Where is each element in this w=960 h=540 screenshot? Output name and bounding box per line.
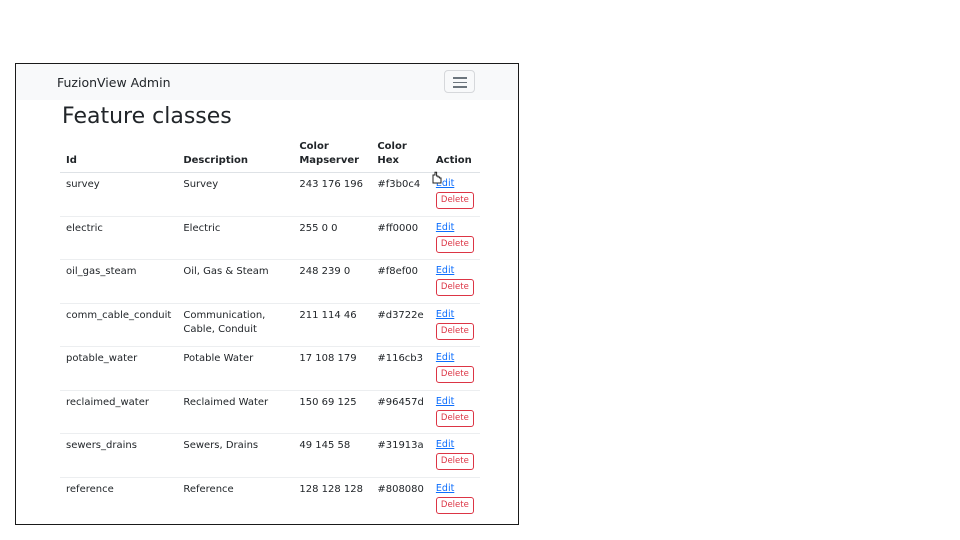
cell-color-mapserver: 150 69 125 (293, 390, 372, 434)
table-row: oil_gas_steam Oil, Gas & Steam 248 239 0… (60, 259, 480, 304)
cell-action: Edit Delete (429, 390, 480, 434)
table-row: reference Reference 128 128 128 #808080 … (60, 477, 480, 521)
column-header-description-label: Description (183, 155, 249, 166)
delete-button[interactable]: Delete (435, 453, 474, 470)
feature-classes-table: Id Description Color Mapserver Color Hex… (60, 140, 480, 521)
delete-button[interactable]: Delete (435, 279, 474, 296)
cell-description-line1: Survey (183, 179, 219, 190)
column-header-color-hex-line1: Color (377, 141, 407, 152)
cell-id: sewers_drains (60, 433, 178, 478)
cell-id: electric (60, 216, 178, 260)
table-row: electric Electric 255 0 0 #ff0000 Edit D… (60, 216, 480, 260)
cell-color-hex: #ff0000 (371, 216, 430, 260)
cell-description: Sewers, Drains (177, 433, 294, 478)
edit-link[interactable]: Edit (436, 265, 474, 277)
cell-color-mapserver: 255 0 0 (293, 216, 372, 260)
cell-id: survey (60, 172, 178, 217)
cell-color-hex: #f3b0c4 (371, 172, 430, 217)
cell-description: Reclaimed Water (177, 390, 294, 434)
column-header-color-mapserver: Color Mapserver (293, 140, 372, 173)
delete-button[interactable]: Delete (435, 409, 474, 427)
cell-description: Communication, Cable, Conduit (177, 303, 294, 347)
cell-description: Oil, Gas & Steam (177, 259, 294, 304)
column-header-action-label: Action (435, 155, 472, 166)
column-header-action: Action (429, 140, 480, 173)
page-title: Feature classes (62, 104, 232, 129)
cell-color-mapserver: 49 145 58 (293, 433, 372, 478)
delete-button[interactable]: Delete (435, 366, 474, 383)
cell-description: Electric (177, 216, 294, 260)
cell-id: reference (66, 483, 114, 495)
cell-action: Edit Delete (429, 346, 480, 391)
column-header-description: Description (177, 140, 294, 173)
table-header-row: Id Description Color Mapserver Color Hex… (60, 140, 480, 173)
cell-color-hex: #d3722e (371, 303, 430, 347)
cell-action: Edit Delete (429, 259, 480, 304)
column-header-color-hex: Color Hex (371, 140, 430, 173)
column-header-color-hex-line2: Hex (377, 155, 399, 166)
table-row: survey Survey 243 176 196 #f3b0c4 Edit D… (60, 171, 480, 217)
cell-description-line1: Electric (183, 222, 221, 234)
cell-description-line1: Reclaimed Water (183, 396, 269, 408)
navbar-toggler-button[interactable] (444, 70, 475, 93)
table-row: reclaimed_water Reclaimed Water 150 69 1… (60, 390, 480, 434)
hamburger-menu-icon (453, 81, 467, 83)
cell-id: potable_water (60, 346, 178, 391)
edit-link[interactable]: Edit (436, 439, 474, 451)
cell-action: Edit Delete (429, 171, 480, 217)
cell-color-hex: #96457d (371, 390, 430, 434)
delete-button[interactable]: Delete (435, 235, 474, 253)
cell-color-mapserver: 211 114 46 (293, 303, 372, 347)
edit-link[interactable]: Edit (436, 222, 474, 234)
navbar: FuzionView Admin (16, 64, 518, 100)
column-header-color-mapserver-line2: Mapserver (299, 155, 360, 166)
edit-link[interactable]: Edit (436, 483, 474, 495)
cell-id: comm_cable_conduit (60, 303, 178, 347)
column-header-id: Id (60, 140, 178, 173)
hand-cursor-icon (432, 171, 442, 184)
cell-description-line2: Cable, Conduit (183, 323, 257, 335)
cell-color-mapserver: 248 239 0 (293, 259, 372, 304)
cell-color-mapserver: 128 128 128 (299, 483, 363, 495)
cell-id: oil_gas_steam (60, 259, 178, 304)
cell-description: Potable Water (177, 346, 294, 391)
edit-link[interactable]: Edit (436, 396, 474, 408)
edit-link[interactable]: Edit (436, 309, 474, 321)
cell-description-line1: Oil, Gas & Steam (183, 266, 269, 277)
table-row: comm_cable_conduit Communication, Cable,… (60, 303, 480, 347)
column-header-color-mapserver-line1: Color (299, 141, 329, 152)
cell-description-line1: Communication, (183, 309, 266, 321)
delete-button[interactable]: Delete (435, 322, 474, 340)
cell-action: Edit Delete (430, 477, 480, 521)
cell-color-hex: #808080 (377, 483, 424, 495)
cell-action: Edit Delete (429, 216, 480, 260)
cell-action: Edit Delete (429, 433, 480, 478)
cell-description-line1: Sewers, Drains (183, 440, 259, 451)
cell-color-hex: #31913a (371, 433, 430, 478)
cell-color-hex: #f8ef00 (371, 259, 430, 304)
hamburger-menu-icon (453, 77, 467, 79)
navbar-brand[interactable]: FuzionView Admin (57, 75, 171, 90)
cell-description-line1: Potable Water (183, 353, 254, 364)
cell-action: Edit Delete (429, 303, 480, 347)
cell-color-mapserver: 243 176 196 (293, 172, 372, 217)
table-row: potable_water Potable Water 17 108 179 #… (60, 346, 480, 391)
cell-color-hex: #116cb3 (371, 346, 430, 391)
cell-id: reclaimed_water (60, 390, 178, 434)
table-row: sewers_drains Sewers, Drains 49 145 58 #… (60, 433, 480, 478)
cell-description-line1: Reference (183, 483, 234, 495)
browser-viewport: FuzionView Admin Feature classes Id Desc… (15, 63, 519, 525)
hamburger-menu-icon (453, 86, 467, 88)
delete-button[interactable]: Delete (435, 192, 474, 209)
edit-link[interactable]: Edit (436, 352, 474, 364)
cell-color-mapserver: 17 108 179 (293, 346, 372, 391)
column-header-id-label: Id (66, 155, 77, 166)
delete-button[interactable]: Delete (435, 496, 474, 514)
cell-description: Reference (177, 477, 293, 521)
cell-description: Survey (177, 172, 294, 217)
